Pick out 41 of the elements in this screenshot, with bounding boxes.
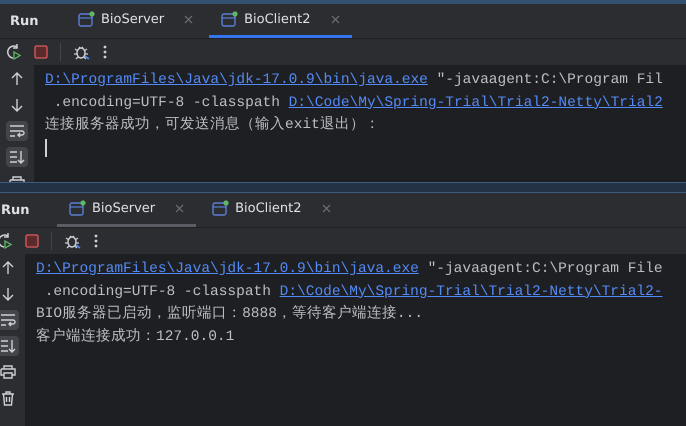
run-tab[interactable]: BioClient2 — [209, 4, 352, 38]
console-text: .encoding=UTF-8 -classpath — [52, 94, 281, 110]
more-icon[interactable] — [94, 234, 98, 248]
rerun-icon[interactable] — [4, 43, 22, 61]
close-icon[interactable] — [175, 204, 184, 213]
trash-icon[interactable] — [1, 390, 15, 406]
close-icon[interactable] — [184, 15, 194, 24]
panel-title: Run — [1, 202, 31, 218]
console-text: BIO服务器已启动，监听端口：8888，等待客户端连接... — [36, 306, 424, 322]
up-arrow-icon[interactable] — [2, 261, 14, 275]
run-tab[interactable]: BioClient2 — [200, 193, 343, 227]
soft-wrap-button[interactable] — [0, 310, 19, 330]
down-arrow-icon[interactable] — [11, 98, 23, 112]
stop-icon[interactable] — [34, 45, 48, 59]
run-tab[interactable]: BioServer — [57, 193, 196, 227]
run-tab[interactable]: BioServer — [66, 4, 206, 38]
scroll-to-end-button[interactable] — [6, 147, 28, 167]
run-config-icon — [69, 200, 86, 217]
print-icon[interactable] — [0, 365, 16, 379]
run-config-icon — [221, 11, 238, 28]
console-text: 连接服务器成功，可发送消息（输入exit退出）： — [45, 117, 380, 133]
more-icon[interactable] — [103, 45, 107, 59]
rerun-icon[interactable] — [0, 232, 13, 250]
panel-title: Run — [10, 14, 40, 28]
scroll-to-end-button[interactable] — [0, 336, 19, 356]
file-path-link[interactable]: D:\Code\My\Spring-Trial\Trial2-Netty\Trial2 — [288, 94, 663, 110]
up-arrow-icon[interactable] — [11, 72, 23, 86]
close-icon[interactable] — [330, 15, 340, 24]
file-path-link[interactable]: D:\ProgramFiles\Java\jdk-17.0.9\bin\java.exe — [45, 72, 428, 88]
soft-wrap-button[interactable] — [6, 121, 28, 141]
console-text: .encoding=UTF-8 -classpath — [44, 284, 272, 300]
file-path-link[interactable]: D:\ProgramFiles\Java\jdk-17.0.9\bin\java.exe — [36, 261, 419, 277]
console-text: "-javaagent:C:\Program File — [426, 261, 663, 277]
console-text: "-javaagent:C:\Program Fil — [436, 72, 663, 88]
run-config-icon — [78, 11, 95, 28]
down-arrow-icon[interactable] — [2, 287, 14, 301]
stop-icon[interactable] — [25, 234, 39, 248]
file-path-link[interactable]: D:\Code\My\Spring-Trial\Trial2-Netty\Trial2- — [280, 284, 663, 300]
close-icon[interactable] — [322, 204, 331, 213]
run-config-icon — [212, 200, 230, 217]
console-text: 客户端连接成功：127.0.0.1 — [36, 328, 234, 344]
